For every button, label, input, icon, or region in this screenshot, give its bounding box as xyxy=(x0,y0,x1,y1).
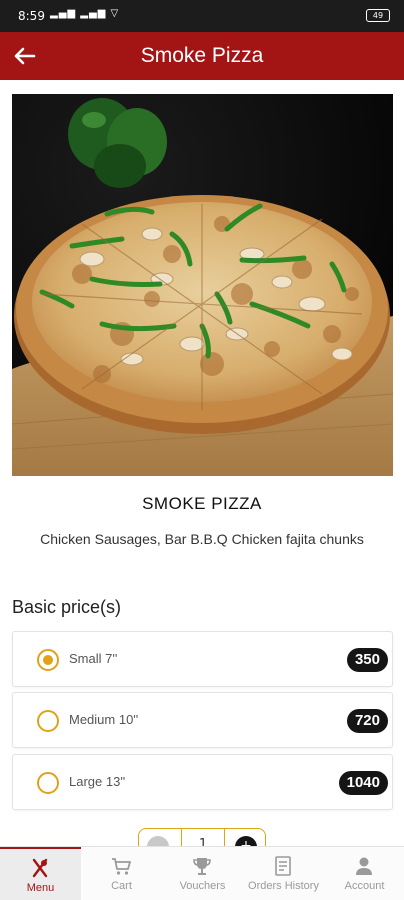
signal-icons: ▂▄▆ ▂▄▆ ▽ xyxy=(50,8,120,19)
status-time: 8:59 xyxy=(18,9,45,23)
pizza-illustration xyxy=(12,94,393,476)
nav-item-account[interactable]: Account xyxy=(324,847,404,900)
nav-item-orders-history[interactable]: Orders History xyxy=(243,847,324,900)
option-label: Small 7'' xyxy=(69,651,118,666)
option-label: Medium 10'' xyxy=(69,712,139,727)
price-badge: 350 xyxy=(346,648,388,672)
cart-icon xyxy=(112,858,131,875)
page-title: Smoke Pizza xyxy=(140,44,264,67)
nav-item-menu[interactable]: Menu xyxy=(0,847,81,900)
nav-label: Account xyxy=(344,880,385,892)
nav-item-cart[interactable]: Cart xyxy=(81,847,162,900)
product-name: SMOKE PIZZA xyxy=(142,494,262,513)
nav-label: Cart xyxy=(111,880,132,892)
radio-selected[interactable] xyxy=(37,649,59,671)
price-badge: 1040 xyxy=(338,771,388,795)
fork-knife-icon xyxy=(32,858,48,878)
bottom-nav: Menu Cart Vouchers Orders History Accoun… xyxy=(0,846,404,900)
radio-dot xyxy=(43,655,53,665)
option-label: Large 13'' xyxy=(69,774,126,789)
nav-label: Orders History xyxy=(248,880,319,892)
radio-unselected[interactable] xyxy=(37,772,59,794)
nav-label: Menu xyxy=(26,882,55,894)
price-option-medium[interactable]: Medium 10'' 720 xyxy=(12,692,393,748)
app-bar: Smoke Pizza xyxy=(0,32,404,80)
battery-icon: 49 xyxy=(366,9,390,22)
trophy-icon xyxy=(193,858,211,875)
price-option-large[interactable]: Large 13'' 1040 xyxy=(12,754,393,810)
section-title-prices: Basic price(s) xyxy=(12,597,122,617)
price-option-small[interactable]: Small 7'' 350 xyxy=(12,631,393,687)
product-description: Chicken Sausages, Bar B.B.Q Chicken faji… xyxy=(40,531,364,547)
radio-unselected[interactable] xyxy=(37,710,59,732)
price-badge: 720 xyxy=(346,709,388,733)
person-icon xyxy=(356,857,372,875)
status-bar: 8:59 ▂▄▆ ▂▄▆ ▽ 49 xyxy=(0,0,404,32)
nav-item-vouchers[interactable]: Vouchers xyxy=(162,847,243,900)
receipt-icon xyxy=(275,856,291,876)
nav-label: Vouchers xyxy=(179,880,226,892)
product-image xyxy=(12,94,393,476)
